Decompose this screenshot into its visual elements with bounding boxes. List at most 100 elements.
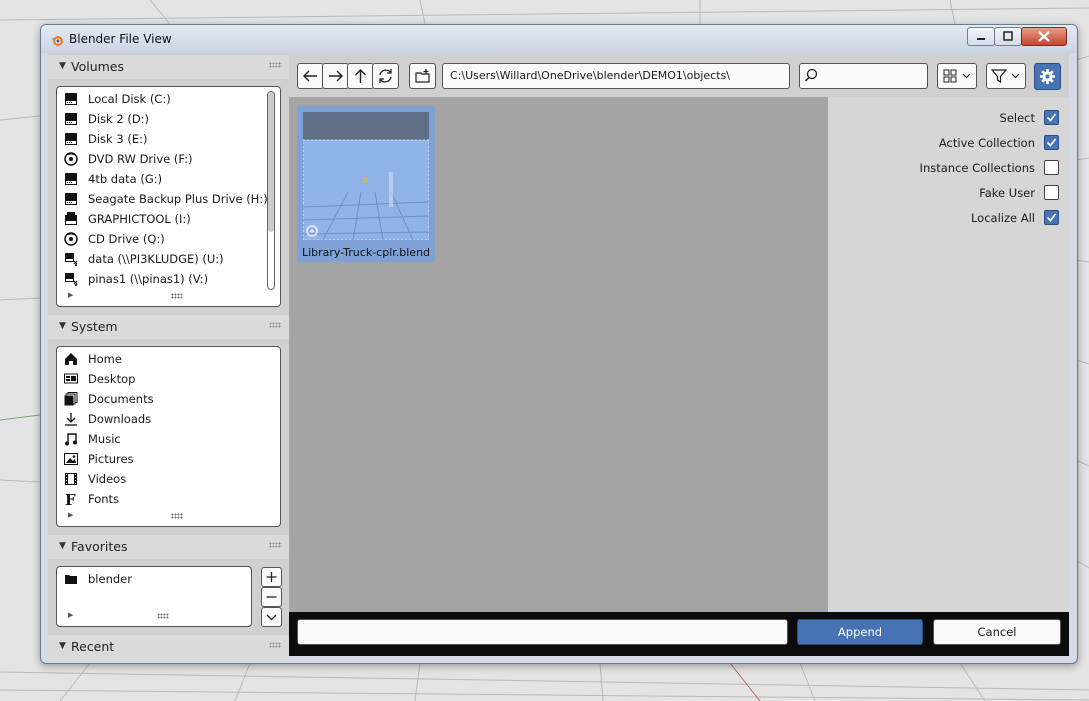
new-folder-button[interactable] [409, 63, 436, 89]
svg-text:F: F [65, 492, 76, 506]
system-item[interactable]: Pictures [57, 449, 267, 469]
restore-icon [1003, 31, 1013, 41]
display-mode-dropdown[interactable] [937, 63, 977, 89]
remove-favorite-button[interactable] [261, 587, 282, 607]
resize-grip-icon[interactable] [157, 613, 169, 619]
main-area: C:\Users\Willard\OneDrive\blender\DEMO1\… [289, 53, 1069, 656]
recent-header-label: Recent [71, 639, 115, 654]
option-checkbox[interactable] [1044, 210, 1059, 225]
resize-grip-icon[interactable] [171, 293, 183, 299]
volume-item[interactable]: Disk 2 (D:) [57, 109, 267, 129]
system-item[interactable]: Downloads [57, 409, 267, 429]
filter-dropdown[interactable] [986, 63, 1026, 89]
volume-item[interactable]: Seagate Backup Plus Drive (H:) [57, 189, 268, 209]
minus-icon [266, 596, 277, 598]
volume-item-label: Disk 3 (E:) [88, 132, 148, 146]
resize-grip-icon[interactable] [171, 513, 183, 519]
favorite-item[interactable]: blender [57, 569, 251, 589]
option-label: Fake User [979, 186, 1035, 200]
network-drive-icon [65, 273, 78, 286]
expand-arrow-icon[interactable]: ▶ [68, 511, 73, 519]
file-tile[interactable]: Library-Truck-cplr.blend [297, 106, 435, 262]
filename-input[interactable] [297, 619, 788, 645]
font-icon: F [65, 492, 76, 506]
volume-item-label: pinas1 (\\pinas1) (V:) [88, 272, 209, 286]
disk-icon [65, 113, 77, 125]
thumbnails-grid-icon [943, 69, 971, 83]
favorites-header[interactable]: ▼ Favorites [48, 535, 289, 559]
option-checkbox[interactable] [1044, 160, 1059, 175]
sidebar: ▼ Volumes Local Disk (C:) Disk 2 (D:) Disk… [48, 53, 289, 659]
disk-icon [65, 193, 77, 205]
volume-item-label: DVD RW Drive (F:) [88, 152, 193, 166]
arrow-up-icon [355, 69, 366, 83]
filter-search-input[interactable] [799, 63, 928, 89]
system-item[interactable]: Documents [57, 389, 267, 409]
volume-item-label: Seagate Backup Plus Drive (H:) [88, 192, 268, 206]
volumes-list: Local Disk (C:) Disk 2 (D:) Disk 3 (E:) DVD… [56, 86, 281, 307]
directory-path-input[interactable]: C:\Users\Willard\OneDrive\blender\DEMO1\… [442, 63, 790, 89]
minimize-button[interactable] [967, 27, 995, 46]
option-instance-collections[interactable]: Instance Collections [859, 159, 1059, 179]
panel-grip-icon[interactable] [269, 642, 281, 648]
system-list: Home Desktop Documents Downloads Music Pictur… [56, 346, 281, 527]
arrow-left-icon [303, 70, 317, 82]
volume-item-label: Local Disk (C:) [88, 92, 171, 106]
collapse-arrow-icon: ▼ [59, 321, 66, 331]
system-item[interactable]: Videos [57, 469, 267, 489]
system-item[interactable]: Home [57, 349, 267, 369]
option-checkbox[interactable] [1044, 110, 1059, 125]
back-button[interactable] [297, 63, 324, 89]
panel-grip-icon[interactable] [269, 62, 281, 68]
option-fake-user[interactable]: Fake User [859, 184, 1059, 204]
volume-item[interactable]: CD Drive (Q:) [57, 229, 267, 249]
option-checkbox[interactable] [1044, 185, 1059, 200]
option-label: Select [999, 111, 1035, 125]
refresh-icon [379, 69, 392, 83]
refresh-button[interactable] [372, 63, 399, 89]
expand-arrow-icon[interactable]: ▶ [68, 611, 73, 619]
volume-item[interactable]: data (\\PI3KLUDGE) (U:) [57, 249, 267, 269]
append-button[interactable]: Append [797, 619, 923, 645]
collapse-arrow-icon: ▼ [59, 541, 66, 551]
system-item[interactable]: F Fonts [57, 489, 267, 509]
blend-file-thumbnail [303, 112, 429, 240]
system-item[interactable]: Music [57, 429, 267, 449]
plus-icon [266, 572, 277, 582]
volume-item[interactable]: DVD RW Drive (F:) [57, 149, 267, 169]
title-bar[interactable]: Blender File View [41, 25, 1077, 53]
volume-item[interactable]: Disk 3 (E:) [57, 129, 267, 149]
option-select[interactable]: Select [859, 109, 1059, 129]
volumes-scrollbar[interactable] [267, 91, 275, 290]
volume-item[interactable]: pinas1 (\\pinas1) (V:) [57, 269, 267, 289]
option-active-collection[interactable]: Active Collection [859, 134, 1059, 154]
system-item-label: Fonts [88, 492, 120, 506]
favorites-header-label: Favorites [71, 539, 128, 554]
close-button[interactable] [1021, 27, 1067, 46]
collapse-arrow-icon: ▼ [59, 641, 66, 651]
volumes-header[interactable]: ▼ Volumes [48, 55, 289, 79]
cancel-button[interactable]: Cancel [933, 619, 1061, 645]
favorites-menu-button[interactable] [261, 607, 282, 627]
restore-button[interactable] [994, 27, 1022, 46]
parent-directory-button[interactable] [347, 63, 374, 89]
system-item[interactable]: Desktop [57, 369, 267, 389]
favorite-item-label: blender [88, 572, 132, 586]
file-list-area[interactable]: Library-Truck-cplr.blend [289, 97, 828, 612]
settings-toggle-button[interactable] [1034, 63, 1061, 90]
add-favorite-button[interactable] [261, 567, 282, 587]
recent-header[interactable]: ▼ Recent [48, 635, 289, 659]
volume-item[interactable]: Local Disk (C:) [57, 89, 267, 109]
music-icon [65, 433, 77, 446]
volume-item[interactable]: GRAPHICTOOL (I:) [57, 209, 267, 229]
window-title: Blender File View [69, 32, 172, 46]
forward-button[interactable] [322, 63, 349, 89]
volume-item[interactable]: 4tb data (G:) [57, 169, 267, 189]
panel-grip-icon[interactable] [269, 542, 281, 548]
system-header[interactable]: ▼ System [48, 315, 289, 339]
option-localize-all[interactable]: Localize All [859, 209, 1059, 229]
option-checkbox[interactable] [1044, 135, 1059, 150]
expand-arrow-icon[interactable]: ▶ [68, 291, 73, 299]
system-header-label: System [71, 319, 118, 334]
panel-grip-icon[interactable] [269, 322, 281, 328]
